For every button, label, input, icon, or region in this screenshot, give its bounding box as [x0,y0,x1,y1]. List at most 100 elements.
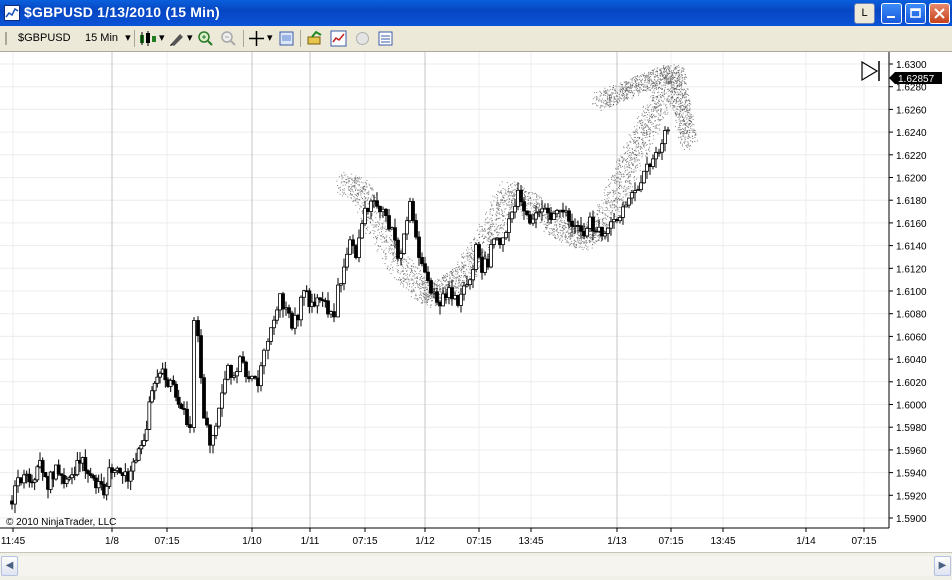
spray-dot [467,253,468,254]
spray-dot [648,110,649,111]
close-button[interactable] [929,3,950,24]
spray-dot [440,286,441,287]
ohlc-bar [14,480,17,513]
spray-dot [512,196,513,197]
spray-dot [624,202,625,203]
spray-dot [377,230,378,231]
spray-dot [625,181,626,182]
spray-dot [643,129,644,130]
spray-dot [629,176,630,177]
spray-dot [680,107,681,108]
price-chart[interactable]: 1.63001.62801.62601.62401.62201.62001.61… [0,52,952,552]
chevron-down-icon[interactable]: ▾ [187,30,193,47]
strategy-icon[interactable] [306,30,324,47]
zoom-in-icon[interactable] [197,30,214,47]
spray-dot [648,80,649,81]
spray-dot [637,140,638,141]
spray-dot [691,116,692,117]
spray-dot [610,212,611,213]
spray-dot [599,208,600,209]
spray-dot [641,76,642,77]
ohlc-bar [550,207,553,224]
spray-dot [362,191,363,192]
l-button[interactable]: L [854,3,875,24]
spray-dot [440,288,441,289]
spray-dot [642,115,643,116]
price-chart-panel[interactable]: 1.63001.62801.62601.62401.62201.62001.61… [0,52,952,552]
spray-dot [689,149,690,150]
spray-dot [496,208,497,209]
ohlc-bar [330,310,333,318]
data-box-icon[interactable] [377,30,394,47]
spray-dot [628,150,629,151]
chevron-down-icon[interactable]: ▾ [159,30,165,47]
spray-dot [539,205,540,206]
bar-body [148,402,151,430]
spray-dot [667,81,668,82]
spray-dot [564,220,565,221]
instrument-selector[interactable]: $GBPUSD ▾ [18,30,78,47]
spray-dot [451,271,452,272]
spray-dot [615,93,616,94]
spray-dot [370,198,371,199]
zoom-out-icon[interactable] [220,30,237,47]
spray-dot [502,232,503,233]
spray-dot [651,124,652,125]
spray-dot [680,85,681,86]
spray-dot [616,162,617,163]
maximize-button[interactable] [905,3,926,24]
spray-dot [630,176,631,177]
pencil-icon[interactable] [168,30,186,47]
minimize-button[interactable] [881,3,902,24]
spray-dot [695,137,696,138]
interval-selector[interactable]: 15 Min ▾ [85,30,131,47]
spray-dot [635,168,636,169]
spray-dot [468,249,469,250]
bar-body [172,380,175,384]
bar-body [379,206,382,211]
spray-dot [619,193,620,194]
spray-dot [479,224,480,225]
ohlc-bar [233,372,236,381]
spray-dot [674,64,675,65]
spray-dot [561,222,562,223]
spray-dot [615,92,616,93]
chevron-down-icon[interactable]: ▾ [267,30,273,47]
spray-dot [404,278,405,279]
spray-dot [497,218,498,219]
spray-dot [674,91,675,92]
spray-dot [426,301,427,302]
spray-dot [560,235,561,236]
indicator-icon[interactable] [330,30,347,47]
bar-body [394,228,397,240]
spray-dot [616,198,617,199]
spray-dot [669,82,670,83]
ohlc-bar [273,316,276,335]
orb-icon[interactable] [354,30,371,47]
crosshair-icon[interactable] [248,30,265,47]
spray-dot [418,287,419,288]
spray-dot [554,225,555,226]
spray-dot [471,253,472,254]
spray-dot [636,178,637,179]
spray-dot [511,202,512,203]
spray-dot [528,204,529,205]
properties-icon[interactable] [278,30,295,47]
spray-dot [351,189,352,190]
spray-dot [530,205,531,206]
spray-dot [664,74,665,75]
spray-dot [465,276,466,277]
spray-dot [403,278,404,279]
ohlc-bar [294,307,297,334]
spray-dot [681,103,682,104]
candlestick-icon[interactable] [138,30,158,47]
spray-dot [678,72,679,73]
spray-dot [393,242,394,243]
spray-dot [491,233,492,234]
spray-dot [618,163,619,164]
spray-dot [616,96,617,97]
spray-dot [599,99,600,100]
spray-dot [353,201,354,202]
spray-dot [350,191,351,192]
spray-dot [612,180,613,181]
